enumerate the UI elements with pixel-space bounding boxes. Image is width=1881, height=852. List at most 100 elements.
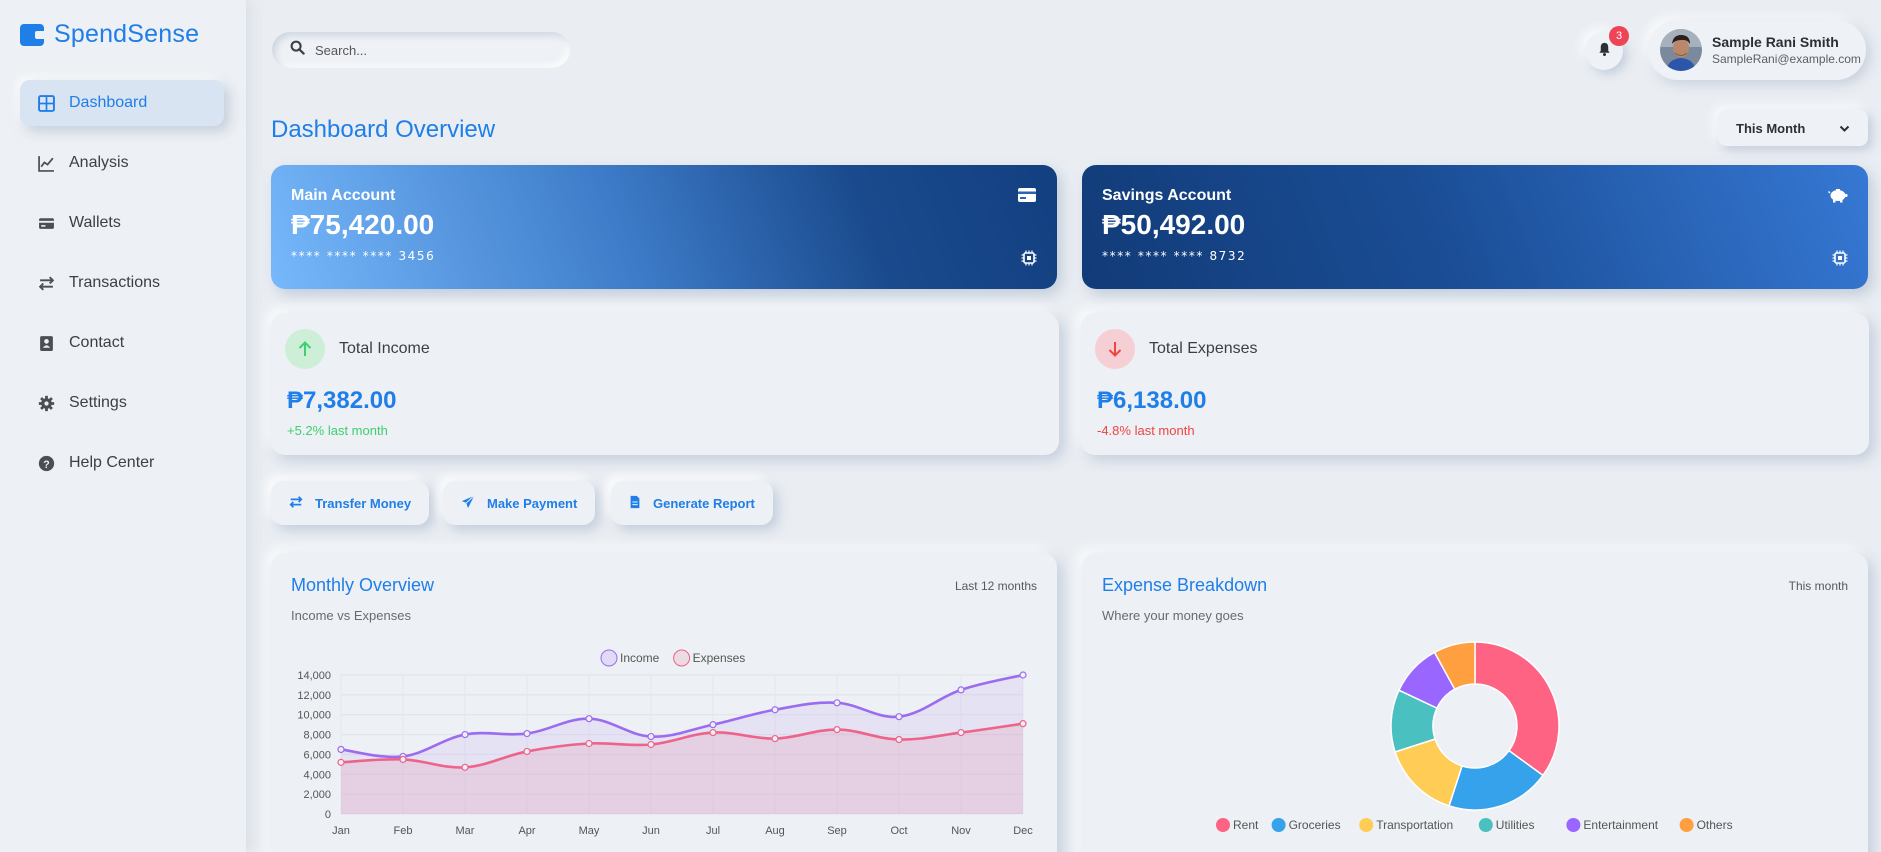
total-income-card: Total Income ₱7,382.00 +5.2% last month [271, 313, 1059, 455]
sidebar: SpendSense Dashboard Analysis Wallets Tr… [0, 0, 246, 852]
y-tick-label: 12,000 [297, 690, 331, 702]
x-tick-label: Dec [1013, 825, 1033, 837]
chip-icon [1832, 250, 1848, 271]
account-number: **** **** **** 8732 [1102, 249, 1247, 263]
search-icon [290, 40, 305, 60]
brand-name: SpendSense [54, 20, 200, 48]
sidebar-item-label: Help Center [69, 454, 155, 471]
legend-marker [1359, 818, 1374, 832]
data-point [461, 763, 469, 771]
y-tick-label: 10,000 [297, 710, 331, 722]
stat-value: ₱6,138.00 [1097, 387, 1207, 414]
data-point [461, 730, 469, 739]
button-label: Transfer Money [315, 495, 412, 511]
data-point [337, 758, 345, 766]
sidebar-item-contact[interactable]: Contact [20, 320, 224, 366]
expense-breakdown-card: Expense Breakdown Where your money goes … [1082, 553, 1868, 852]
data-point [1019, 671, 1027, 679]
generate-report-button[interactable]: Generate Report [611, 481, 773, 525]
stat-change: -4.8% last month [1097, 423, 1195, 438]
data-point [523, 729, 531, 738]
sidebar-item-transactions[interactable]: Transactions [20, 260, 224, 306]
legend-marker [600, 649, 618, 667]
data-point [709, 721, 717, 729]
sidebar-item-label: Contact [69, 334, 125, 351]
x-tick-label: Feb [394, 825, 413, 837]
sidebar-item-label: Dashboard [69, 94, 148, 111]
sidebar-nav: Dashboard Analysis Wallets Transactions … [20, 80, 224, 500]
legend-label: Entertainment [1583, 818, 1658, 832]
x-tick-label: Jan [332, 825, 350, 837]
legend-label: Expenses [693, 651, 746, 665]
x-tick-label: Oct [890, 825, 907, 837]
legend-label: Utilities [1496, 818, 1535, 832]
transfer-money-button[interactable]: Transfer Money [271, 481, 430, 525]
data-point [337, 745, 345, 754]
question-circle-icon: ? [37, 454, 55, 472]
grid-icon [37, 94, 55, 112]
user-name: Sample Rani Smith [1712, 34, 1839, 50]
period-select[interactable]: This Month [1718, 110, 1868, 146]
legend-marker [673, 649, 691, 667]
legend-marker [1271, 818, 1286, 832]
sidebar-item-help-center[interactable]: ? Help Center [20, 440, 224, 486]
user-profile[interactable]: Sample Rani Smith SampleRani@example.com [1648, 20, 1866, 80]
legend-marker [1478, 818, 1493, 832]
savings-account-card[interactable]: Savings Account ₱50,492.00 **** **** ***… [1082, 165, 1868, 289]
monthly-overview-card: Monthly Overview Income vs Expenses Last… [271, 553, 1057, 852]
search-bar[interactable] [272, 32, 570, 68]
sidebar-item-dashboard[interactable]: Dashboard [20, 80, 224, 126]
account-label: Main Account [291, 187, 396, 204]
period-select-value: This Month [1736, 120, 1806, 136]
data-point [895, 713, 903, 721]
pie-slice [1474, 641, 1560, 777]
search-input[interactable] [315, 42, 535, 58]
make-payment-button[interactable]: Make Payment [443, 481, 596, 525]
x-tick-label: Mar [456, 825, 475, 837]
sidebar-item-settings[interactable]: Settings [20, 380, 224, 426]
data-point [771, 706, 779, 714]
paper-plane-icon [461, 494, 475, 512]
wallet-logo-icon [20, 23, 44, 46]
chip-icon [1021, 250, 1037, 271]
x-tick-label: Jul [706, 825, 720, 837]
svg-text:?: ? [43, 458, 49, 470]
stat-value: ₱7,382.00 [287, 387, 397, 414]
bell-icon [1597, 41, 1612, 62]
x-tick-label: Nov [951, 825, 971, 837]
y-tick-label: 14,000 [297, 670, 331, 682]
data-point [647, 740, 655, 749]
document-icon [629, 495, 641, 512]
account-number: **** **** **** 3456 [291, 249, 436, 263]
exchange-icon [289, 495, 303, 512]
x-tick-label: May [579, 825, 600, 837]
y-tick-label: 0 [325, 809, 331, 821]
monthly-line-chart: 0 2,000 4,000 6,000 8,000 10,000 12,000 14,000 J… [297, 649, 1033, 837]
main-account-card[interactable]: Main Account ₱75,420.00 **** **** **** 3… [271, 165, 1057, 289]
button-label: Generate Report [653, 495, 755, 511]
sidebar-item-label: Transactions [69, 274, 160, 291]
data-point [585, 739, 593, 748]
sidebar-item-wallets[interactable]: Wallets [20, 200, 224, 246]
legend-label: Rent [1233, 818, 1259, 832]
data-point [833, 699, 841, 707]
data-point [771, 734, 779, 743]
brand[interactable]: SpendSense [20, 20, 199, 49]
sidebar-item-label: Wallets [69, 214, 121, 231]
y-tick-label: 4,000 [303, 769, 331, 781]
legend-label: Transportation [1376, 818, 1453, 832]
data-point [957, 686, 965, 694]
data-point [895, 735, 903, 744]
legend-label: Others [1697, 818, 1733, 832]
x-tick-label: Apr [518, 825, 535, 837]
data-point [709, 728, 717, 737]
total-expenses-card: Total Expenses ₱6,138.00 -4.8% last mont… [1081, 313, 1869, 455]
page-title: Dashboard Overview [271, 116, 496, 143]
sidebar-item-analysis[interactable]: Analysis [20, 140, 224, 186]
legend-marker [1566, 818, 1581, 832]
legend-label: Income [620, 651, 660, 665]
account-balance: ₱50,492.00 [1102, 209, 1246, 240]
x-tick-label: Aug [765, 825, 785, 837]
contact-book-icon [37, 334, 55, 352]
credit-card-icon [1017, 187, 1037, 208]
